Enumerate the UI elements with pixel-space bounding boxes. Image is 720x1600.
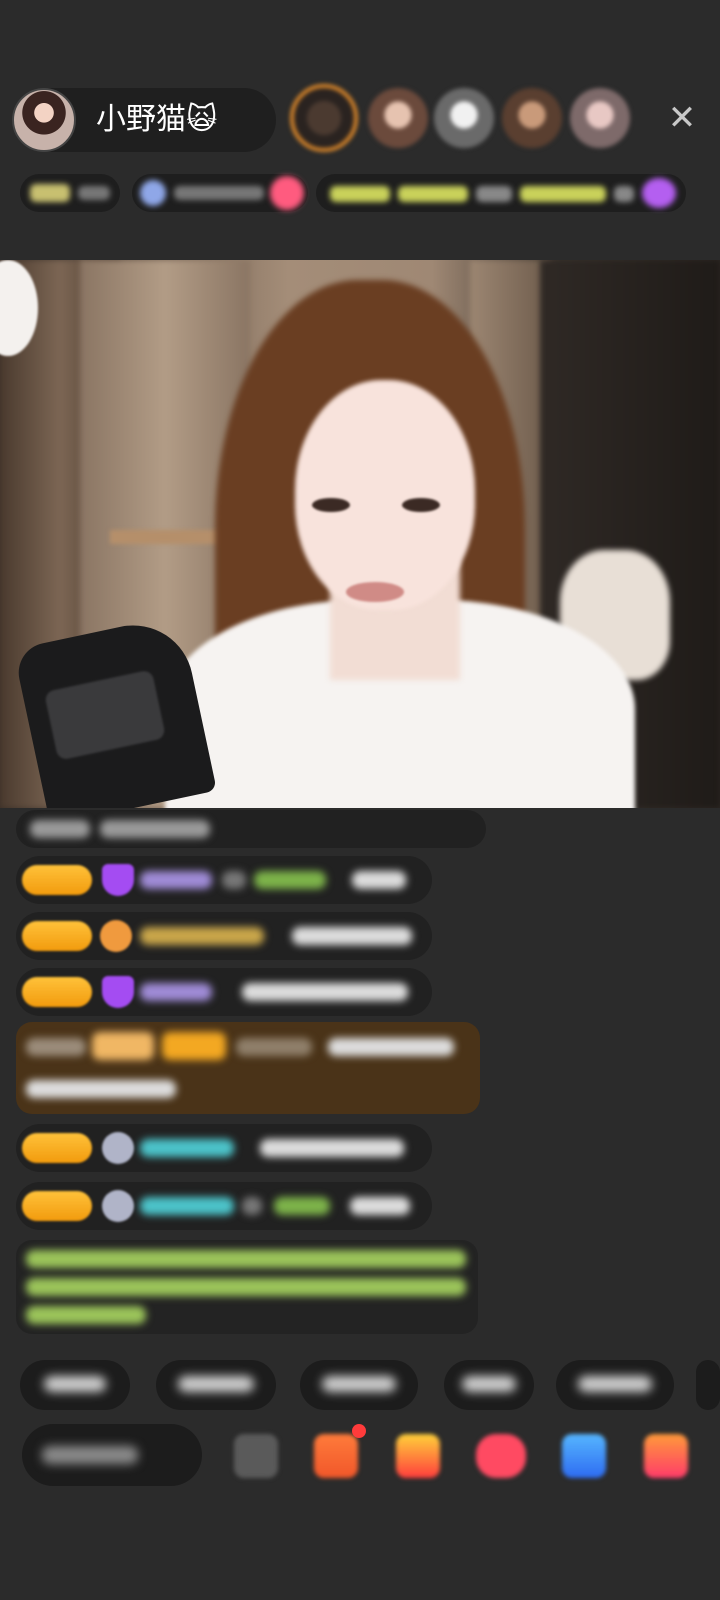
level-badge — [22, 865, 92, 895]
popularity-chip[interactable] — [132, 174, 308, 212]
gift-box-icon[interactable] — [396, 1434, 440, 1478]
top-viewer-avatar[interactable] — [368, 88, 428, 148]
streamer-name[interactable]: 小野猫🙀 — [96, 102, 217, 138]
room-badge-row — [20, 170, 710, 216]
chat-message — [16, 1182, 432, 1230]
chat-message — [16, 810, 486, 848]
notification-dot — [352, 1424, 366, 1438]
level-badge — [22, 921, 92, 951]
chat-message — [16, 1124, 432, 1172]
quick-reply-chip[interactable] — [300, 1360, 418, 1410]
bottom-toolbar — [0, 1424, 720, 1488]
emoji-icon[interactable] — [234, 1434, 278, 1478]
activity-banner[interactable] — [316, 174, 686, 212]
activity-icon[interactable] — [314, 1434, 358, 1478]
chat-message — [16, 912, 432, 960]
level-badge — [22, 977, 92, 1007]
system-notice — [16, 1240, 478, 1334]
top-viewer-avatar[interactable] — [502, 88, 562, 148]
live-video-stream[interactable] — [0, 260, 720, 808]
level-badge — [22, 1191, 92, 1221]
more-icon[interactable] — [644, 1434, 688, 1478]
gift-icon[interactable] — [476, 1434, 526, 1478]
comment-input[interactable] — [22, 1424, 202, 1486]
share-icon[interactable] — [562, 1434, 606, 1478]
gift-message — [16, 1022, 480, 1114]
quick-reply-chip[interactable] — [444, 1360, 534, 1410]
user-avatar-icon — [102, 1132, 134, 1164]
streamer-info-pill[interactable]: 小野猫🙀 — [12, 88, 276, 152]
diamond-icon — [102, 864, 134, 896]
level-badge — [22, 1133, 92, 1163]
chat-message — [16, 968, 432, 1016]
close-icon[interactable]: ✕ — [664, 100, 700, 136]
top-viewer-avatar[interactable] — [570, 88, 630, 148]
quick-reply-chip[interactable] — [156, 1360, 276, 1410]
chat-message-list[interactable] — [0, 808, 720, 1348]
quick-reply-bar — [0, 1360, 720, 1412]
fan-badge-icon — [100, 920, 132, 952]
quick-reply-chip[interactable] — [696, 1360, 720, 1410]
user-avatar-icon — [102, 1190, 134, 1222]
top-viewer-avatar[interactable] — [434, 88, 494, 148]
top-viewer-avatar[interactable] — [290, 84, 358, 152]
chat-message — [16, 856, 432, 904]
quick-reply-chip[interactable] — [556, 1360, 674, 1410]
diamond-icon — [102, 976, 134, 1008]
live-room-header: 小野猫🙀 ✕ — [0, 0, 720, 260]
streamer-avatar[interactable] — [12, 88, 76, 152]
quick-reply-chip[interactable] — [20, 1360, 130, 1410]
top-viewers-list[interactable] — [290, 84, 650, 156]
rank-chip[interactable] — [20, 174, 120, 212]
